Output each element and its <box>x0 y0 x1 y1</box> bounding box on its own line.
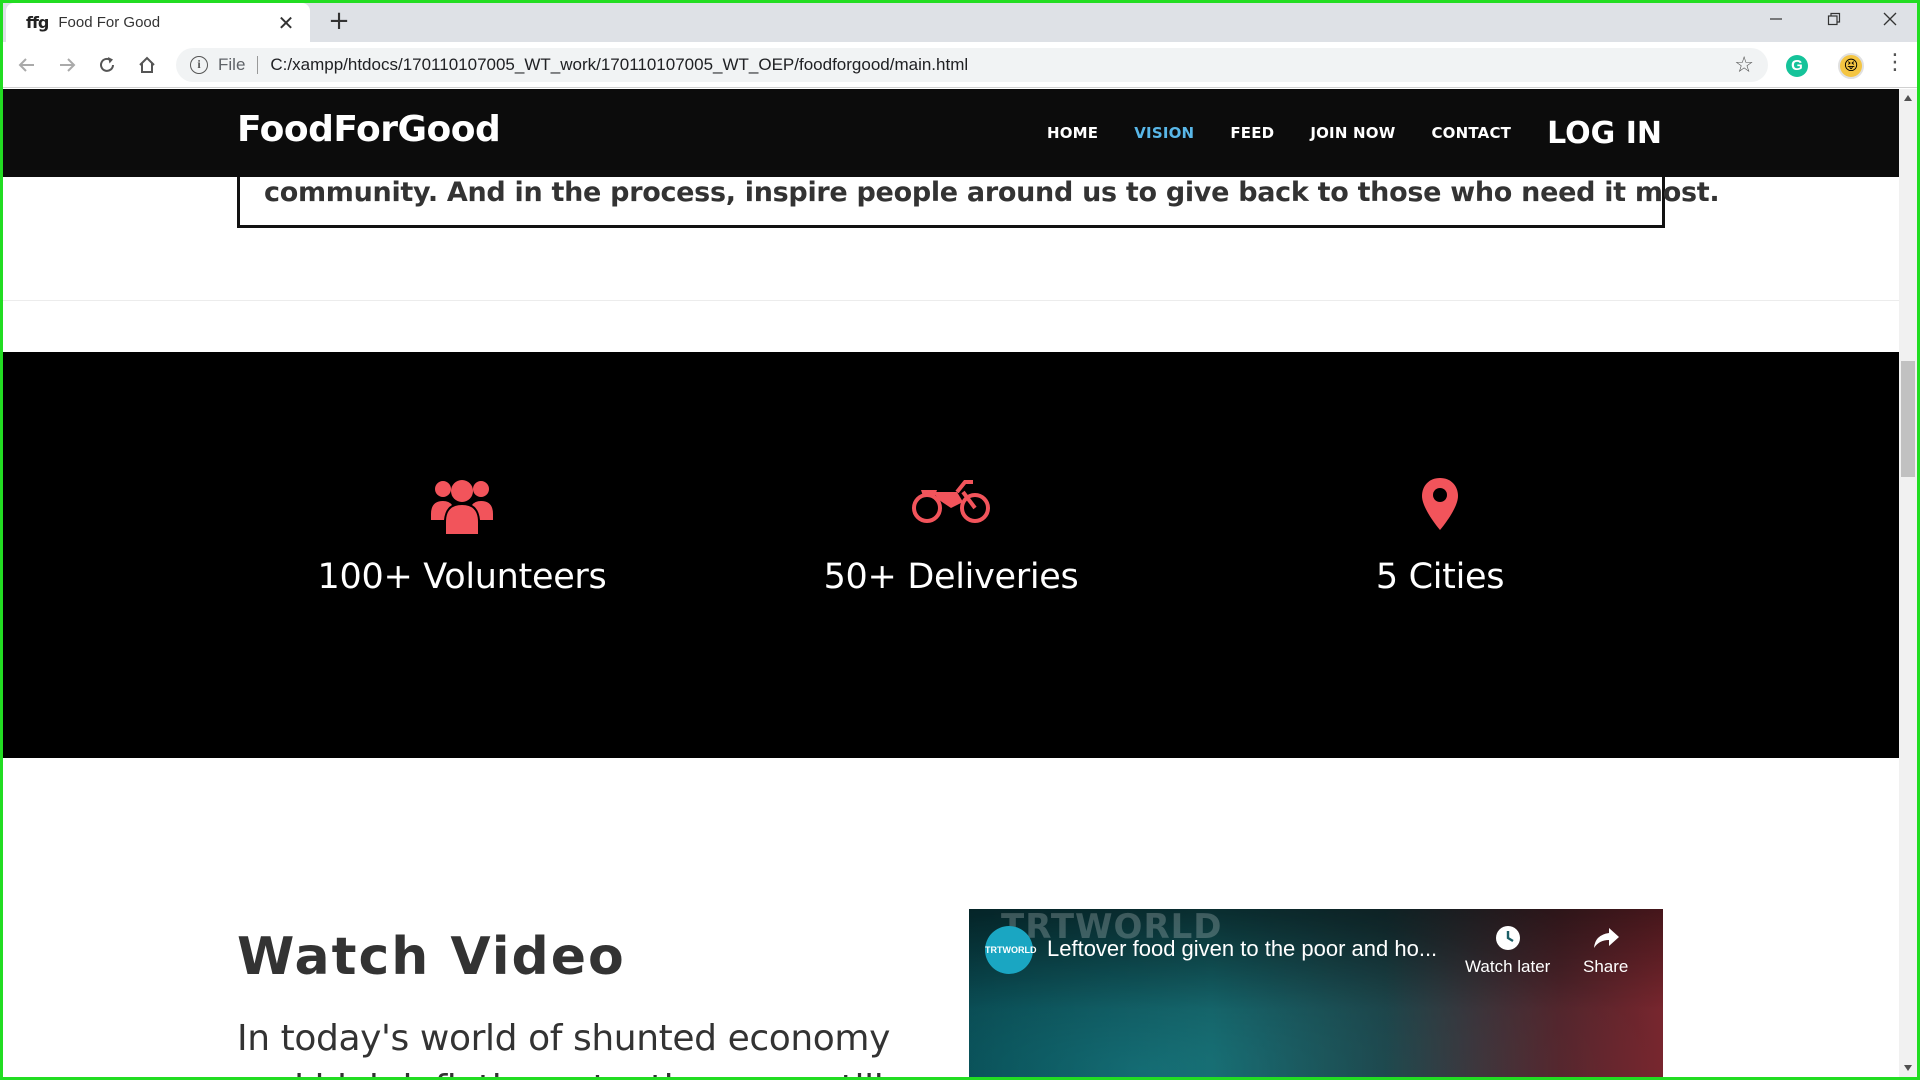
video-title[interactable]: Leftover food given to the poor and ho..… <box>1047 936 1437 962</box>
info-icon[interactable]: i <box>190 56 208 74</box>
address-divider <box>257 56 259 74</box>
watch-video-description: In today's world of shunted economy and … <box>237 1018 890 1077</box>
stat-label: 5 Cities <box>1375 557 1505 597</box>
bookmark-star-icon[interactable]: ☆ <box>1734 53 1754 78</box>
browser-tab[interactable]: ffg Food For Good ✕ <box>6 3 310 42</box>
minimize-button[interactable] <box>1748 4 1804 38</box>
grammarly-extension-icon[interactable]: G <box>1786 55 1808 77</box>
watch-later-label: Watch later <box>1465 957 1551 976</box>
stat-label: 100+ Volunteers <box>317 557 607 597</box>
favicon: ffg <box>26 13 49 32</box>
home-button[interactable] <box>132 51 162 79</box>
back-button[interactable] <box>12 51 42 79</box>
minimize-icon <box>1770 18 1782 20</box>
stat-label: 50+ Deliveries <box>823 557 1079 597</box>
users-icon <box>429 476 495 540</box>
new-tab-button[interactable]: + <box>324 6 354 36</box>
stats-band: 100+ Volunteers 50+ Deliveries 5 Cities <box>3 352 1899 758</box>
page-scrollbar[interactable] <box>1899 89 1917 1077</box>
arrow-left-icon <box>18 58 34 72</box>
forward-button[interactable] <box>52 51 82 79</box>
watch-video-title: Watch Video <box>237 927 626 987</box>
close-icon <box>1883 12 1897 26</box>
home-icon <box>139 56 155 73</box>
reload-button[interactable] <box>92 51 122 79</box>
site-navbar: FoodForGood HOME VISION FEED JOIN NOW CO… <box>3 89 1899 177</box>
scrollbar-thumb[interactable] <box>1901 361 1915 477</box>
scheme-label: File <box>218 55 246 74</box>
profile-avatar[interactable]: 😝 <box>1838 53 1864 79</box>
scroll-down-arrow-icon[interactable] <box>1904 1065 1912 1071</box>
clock-icon <box>1495 926 1520 950</box>
channel-avatar[interactable]: TRTWORLD <box>985 926 1037 974</box>
share-label: Share <box>1583 957 1629 976</box>
browser-toolbar: i File C:/xampp/htdocs/170110107005_WT_w… <box>0 42 1920 88</box>
nav-vision[interactable]: VISION <box>1134 124 1194 142</box>
arrow-right-icon <box>60 58 76 72</box>
share-icon <box>1593 928 1619 948</box>
mission-text: community. And in the process, inspire p… <box>264 177 1720 208</box>
section-divider <box>3 300 1899 301</box>
page-viewport: community. And in the process, inspire p… <box>3 89 1899 1077</box>
url-text[interactable]: C:/xampp/htdocs/170110107005_WT_work/170… <box>270 55 968 75</box>
nav-links: HOME VISION FEED JOIN NOW CONTACT LOG IN <box>1011 89 1662 177</box>
map-marker-icon <box>1420 476 1460 536</box>
tab-title: Food For Good <box>58 14 161 31</box>
nav-contact[interactable]: CONTACT <box>1431 124 1511 142</box>
reload-icon <box>100 57 114 72</box>
restore-button[interactable] <box>1806 4 1862 38</box>
video-embed[interactable]: TRTWORLD TRTWORLD Leftover food given to… <box>969 909 1663 1077</box>
tab-close-icon[interactable]: ✕ <box>274 11 298 35</box>
address-bar[interactable]: i File C:/xampp/htdocs/170110107005_WT_w… <box>176 48 1768 82</box>
nav-login[interactable]: LOG IN <box>1547 116 1662 151</box>
browser-menu-icon[interactable]: ⋮ <box>1884 50 1906 75</box>
scroll-up-arrow-icon[interactable] <box>1904 95 1912 101</box>
site-brand[interactable]: FoodForGood <box>237 109 501 150</box>
share-button[interactable]: Share <box>1583 923 1628 977</box>
browser-tab-strip: ffg Food For Good ✕ + <box>0 0 1920 42</box>
nav-feed[interactable]: FEED <box>1230 124 1274 142</box>
close-window-button[interactable] <box>1862 4 1918 38</box>
nav-join-now[interactable]: JOIN NOW <box>1310 124 1395 142</box>
motorcycle-icon <box>911 478 991 530</box>
restore-icon <box>1827 12 1841 26</box>
nav-home[interactable]: HOME <box>1047 124 1098 142</box>
watch-later-button[interactable]: Watch later <box>1465 923 1550 977</box>
